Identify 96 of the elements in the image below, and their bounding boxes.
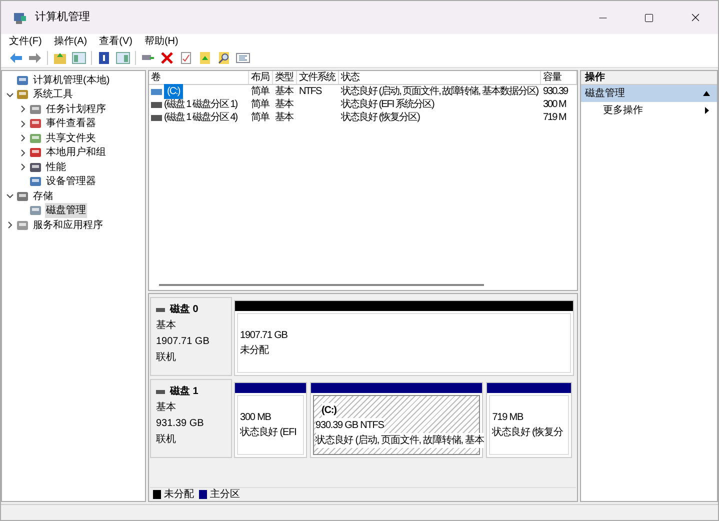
- list-view-icon[interactable]: [236, 50, 250, 64]
- submenu-triangle-icon: [705, 106, 709, 114]
- volume-name[interactable]: (磁盘 1 磁盘分区 4): [164, 110, 238, 125]
- menu-item[interactable]: 文件(F): [9, 34, 42, 48]
- tree-item[interactable]: 计算机管理(本地): [32, 72, 111, 88]
- expand-chevron-icon[interactable]: [19, 105, 27, 114]
- delete-icon[interactable]: [160, 50, 174, 64]
- actions-section-header[interactable]: 磁盘管理: [581, 85, 717, 102]
- table-cell-text: 简单: [251, 84, 269, 98]
- menu-item[interactable]: 帮助(H): [144, 34, 178, 48]
- tree-item[interactable]: 磁盘管理: [45, 203, 87, 218]
- tree-node-icon: [29, 160, 42, 174]
- properties-icon[interactable]: [179, 50, 193, 64]
- disk-status: 联机: [156, 350, 177, 365]
- partition-label: (C:): [322, 402, 336, 418]
- back-arrow-icon[interactable]: [9, 50, 23, 64]
- tree-item[interactable]: 任务计划程序: [45, 102, 107, 117]
- table-cell-text: 简单: [251, 98, 269, 112]
- search-icon[interactable]: [217, 50, 231, 64]
- tree-item[interactable]: 设备管理器: [45, 174, 97, 190]
- window-title: 计算机管理: [35, 10, 90, 26]
- disk-type: 基本: [156, 318, 177, 333]
- forward-arrow-icon[interactable]: [28, 50, 42, 64]
- column-header[interactable]: 类型: [275, 71, 293, 85]
- tree-node-icon: [16, 218, 29, 232]
- collapse-triangle-icon[interactable]: [703, 91, 710, 96]
- disk-name: 磁盘 0: [170, 302, 198, 317]
- table-cell-text: 状态良好 (启动, 页面文件, 故障转储, 基本数据分区): [341, 84, 538, 98]
- table-cell-text: 简单: [251, 110, 269, 125]
- table-cell-text: 状态良好 (恢复分区): [341, 110, 420, 125]
- tree-pane-icon[interactable]: [72, 50, 86, 64]
- partition-block[interactable]: 1907.71 GB 未分配: [234, 300, 574, 376]
- action-link[interactable]: 更多操作: [603, 102, 643, 118]
- disk-type: 基本: [156, 400, 177, 415]
- action-pane-icon[interactable]: [116, 50, 130, 64]
- partition-status: 状态良好 (EFI: [240, 425, 296, 440]
- expand-chevron-icon[interactable]: [19, 120, 27, 128]
- tree-item[interactable]: 服务和应用程序: [32, 218, 104, 233]
- tree-item[interactable]: 存储: [32, 188, 54, 204]
- tree-node-icon: [29, 117, 42, 130]
- disk-size: 931.39 GB: [156, 417, 205, 431]
- maximize-icon: [644, 12, 654, 22]
- table-cell-text: 基本: [275, 98, 293, 112]
- tree-node-icon: [29, 175, 42, 188]
- tree-node-icon: [16, 88, 29, 102]
- table-cell-text: NTFS: [299, 85, 322, 99]
- menu-item[interactable]: 操作(A): [54, 34, 88, 48]
- help-icon[interactable]: [97, 50, 111, 64]
- tree-item[interactable]: 本地用户和组: [45, 145, 107, 160]
- expand-chevron-icon[interactable]: [19, 148, 27, 157]
- tree-node-icon: [29, 132, 42, 145]
- table-cell-text: 基本: [275, 84, 293, 98]
- column-header[interactable]: 布局: [251, 71, 269, 85]
- tree-node-icon: [16, 74, 29, 87]
- table-cell-text: 状态良好 (EFI 系统分区): [341, 98, 434, 112]
- tree-item[interactable]: 共享文件夹: [45, 130, 97, 146]
- tree-item[interactable]: 事件查看器: [45, 116, 97, 132]
- partition-block[interactable]: (C:) 930.39 GB NTFS 状态良好 (启动, 页面文件, 故障转储, 基本: [310, 382, 484, 458]
- tree-node-icon: [29, 146, 42, 160]
- volume-name[interactable]: (磁盘 1 磁盘分区 1): [164, 97, 238, 112]
- drive-icon: [151, 102, 162, 108]
- table-cell-text: 719 M: [543, 111, 566, 125]
- expand-chevron-icon[interactable]: [19, 163, 27, 172]
- tree-node-icon: [16, 190, 29, 203]
- menu-item[interactable]: 查看(V): [99, 34, 132, 48]
- tree-node-icon: [29, 102, 42, 116]
- tree-item[interactable]: 系统工具: [32, 87, 74, 102]
- tree-node-icon: [29, 204, 42, 218]
- partition-size: 930.39 GB NTFS: [316, 418, 384, 432]
- column-header[interactable]: 文件系统: [299, 71, 335, 85]
- computer-management-icon: [13, 10, 27, 24]
- column-header[interactable]: 容量: [543, 71, 561, 85]
- column-header[interactable]: 状态: [341, 71, 359, 85]
- table-cell-text: 基本: [275, 110, 293, 125]
- partition-status: 状态良好 (启动, 页面文件, 故障转储, 基本: [316, 432, 484, 448]
- partition-block[interactable]: 719 MB 状态良好 (恢复分: [486, 382, 572, 458]
- partition-status: 状态良好 (恢复分: [492, 425, 563, 440]
- volume-name[interactable]: (C:): [164, 84, 183, 99]
- actions-title: 操作: [585, 70, 605, 85]
- collapse-chevron-icon[interactable]: [6, 90, 14, 99]
- disk-name: 磁盘 1: [170, 384, 198, 399]
- disk-size: 1907.71 GB: [156, 335, 210, 349]
- collapse-chevron-icon[interactable]: [6, 192, 14, 200]
- legend-label: 未分配: [164, 488, 194, 502]
- expand-chevron-icon[interactable]: [19, 134, 27, 142]
- column-header[interactable]: 卷: [151, 71, 160, 85]
- legend-label: 主分区: [210, 488, 240, 502]
- folder-up-icon[interactable]: [53, 50, 67, 64]
- table-cell-text: 930.39: [543, 85, 568, 99]
- table-cell-text: 300 M: [543, 98, 566, 112]
- partition-block[interactable]: 300 MB 状态良好 (EFI: [234, 382, 307, 458]
- expand-chevron-icon[interactable]: [6, 221, 14, 230]
- drive-icon: [151, 114, 162, 120]
- drive-icon: [151, 88, 162, 94]
- tree-item[interactable]: 性能: [45, 160, 67, 175]
- disk-status: 联机: [156, 432, 177, 447]
